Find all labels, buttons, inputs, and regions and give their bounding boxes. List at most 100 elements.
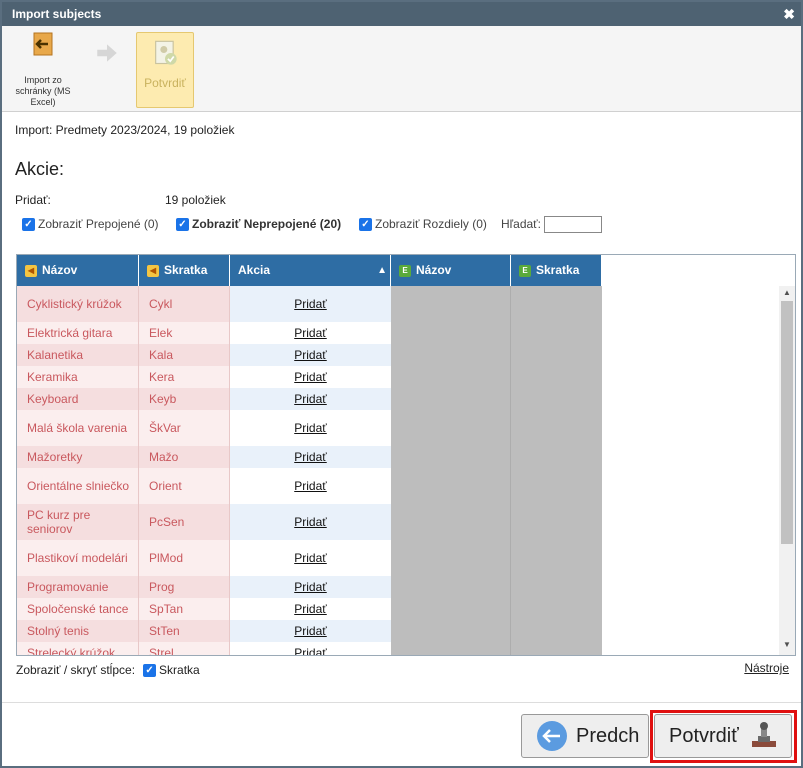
table-row: Malá škola varenia ŠkVar Pridať xyxy=(17,410,779,446)
dialog-title: Import subjects xyxy=(12,7,102,21)
checkmark-icon: ✓ xyxy=(22,217,35,231)
target-icon: E xyxy=(519,264,531,277)
toggle-short-label: Skratka xyxy=(159,663,200,677)
cell-short: Keyb xyxy=(139,388,230,410)
search-input[interactable] xyxy=(544,215,603,233)
checkmark-icon: ✓ xyxy=(176,217,189,231)
cell-target-short xyxy=(511,366,602,388)
scroll-thumb[interactable] xyxy=(781,301,793,544)
table-row: Stolný tenis StTen Pridať xyxy=(17,620,779,642)
target-icon: E xyxy=(399,264,411,277)
cell-target-name xyxy=(391,598,511,620)
add-action-link[interactable]: Pridať xyxy=(230,540,391,576)
show-unlinked-label: Zobraziť Neprepojené (20) xyxy=(192,217,342,231)
cell-name: Strelecký krúžok xyxy=(17,642,139,655)
table-row: Strelecký krúžok Strel Pridať xyxy=(17,642,779,655)
add-action-link[interactable]: Pridať xyxy=(230,642,391,655)
tools-link[interactable]: Nástroje xyxy=(744,661,789,675)
add-action-link[interactable]: Pridať xyxy=(230,366,391,388)
col-header-name[interactable]: ◀ Názov xyxy=(17,255,139,286)
toolbar-confirm-label: Potvrdiť xyxy=(144,76,186,90)
table-row: PC kurz pre seniorov PcSen Pridať xyxy=(17,504,779,540)
add-action-link[interactable]: Pridať xyxy=(230,322,391,344)
back-arrow-icon xyxy=(537,721,567,751)
cell-target-short xyxy=(511,642,602,655)
col-header-name2-label: Názov xyxy=(416,263,452,277)
add-action-link[interactable]: Pridať xyxy=(230,468,391,504)
scroll-down-icon[interactable]: ▼ xyxy=(779,640,795,654)
prev-button[interactable]: Predch xyxy=(521,714,649,758)
cell-name: Spoločenské tance xyxy=(17,598,139,620)
close-icon[interactable]: ✖ xyxy=(783,2,795,26)
add-action-link[interactable]: Pridať xyxy=(230,388,391,410)
cell-target-name xyxy=(391,388,511,410)
cell-target-short xyxy=(511,344,602,366)
cell-target-name xyxy=(391,576,511,598)
cell-short: Elek xyxy=(139,322,230,344)
cell-empty xyxy=(602,598,779,620)
cell-empty xyxy=(602,410,779,446)
stamp-icon xyxy=(751,722,776,747)
cell-target-name xyxy=(391,642,511,655)
scroll-up-icon[interactable]: ▲ xyxy=(779,288,795,302)
sort-asc-icon: ▲ xyxy=(377,265,387,276)
cell-name: Stolný tenis xyxy=(17,620,139,642)
add-label: Pridať: xyxy=(15,193,51,207)
section-title: Akcie: xyxy=(15,159,65,179)
cell-target-short xyxy=(511,388,602,410)
cell-empty xyxy=(602,504,779,540)
add-action-link[interactable]: Pridať xyxy=(230,576,391,598)
import-clipboard-button[interactable]: Import zo schránky (MS Excel) xyxy=(12,32,74,108)
show-unlinked-checkbox[interactable]: ✓ Zobraziť Neprepojené (20) xyxy=(176,215,341,233)
add-action-link[interactable]: Pridať xyxy=(230,286,391,322)
show-linked-label: Zobraziť Prepojené (0) xyxy=(38,217,159,231)
toolbar-confirm-button[interactable]: Potvrdiť xyxy=(136,32,194,108)
col-header-name2[interactable]: E Názov xyxy=(391,255,511,286)
cell-short: Cykl xyxy=(139,286,230,322)
cell-name: Malá škola varenia xyxy=(17,410,139,446)
add-action-link[interactable]: Pridať xyxy=(230,410,391,446)
show-linked-checkbox[interactable]: ✓ Zobraziť Prepojené (0) xyxy=(22,215,159,233)
confirm-button[interactable]: Potvrdiť xyxy=(654,714,792,758)
cell-empty xyxy=(602,540,779,576)
col-header-short2-label: Skratka xyxy=(536,263,580,277)
clipboard-import-icon xyxy=(33,32,53,56)
cell-short: ŠkVar xyxy=(139,410,230,446)
vertical-scrollbar[interactable]: ▲ ▼ xyxy=(779,286,795,655)
divider xyxy=(2,702,801,703)
cell-empty xyxy=(602,286,779,322)
col-header-action[interactable]: Akcia ▲ xyxy=(230,255,391,286)
cell-target-name xyxy=(391,446,511,468)
add-action-link[interactable]: Pridať xyxy=(230,344,391,366)
toggle-short-checkbox[interactable]: ✓ xyxy=(143,663,157,677)
add-action-link[interactable]: Pridať xyxy=(230,504,391,540)
show-diff-checkbox[interactable]: ✓ Zobraziť Rozdiely (0) xyxy=(359,215,487,233)
cell-short: PcSen xyxy=(139,504,230,540)
cell-empty xyxy=(602,620,779,642)
confirm-button-label: Potvrdiť xyxy=(669,724,739,747)
cell-target-name xyxy=(391,366,511,388)
add-action-link[interactable]: Pridať xyxy=(230,446,391,468)
toolbar: Import zo schránky (MS Excel) Potvrdiť xyxy=(2,26,801,112)
table-row: Mažoretky Mažo Pridať xyxy=(17,446,779,468)
col-header-short-label: Skratka xyxy=(164,263,208,277)
column-toggle-label: Zobraziť / skryť stĺpce: xyxy=(16,663,136,677)
table-row: Keyboard Keyb Pridať xyxy=(17,388,779,410)
table-row: Orientálne slniečko Orient Pridať xyxy=(17,468,779,504)
cell-target-name xyxy=(391,322,511,344)
add-action-link[interactable]: Pridať xyxy=(230,620,391,642)
add-count: 19 položiek xyxy=(165,193,226,207)
prev-button-label: Predch xyxy=(576,724,640,747)
source-icon: ◀ xyxy=(25,264,37,277)
col-header-short2[interactable]: E Skratka xyxy=(511,255,602,286)
add-action-link[interactable]: Pridať xyxy=(230,598,391,620)
cell-name: Programovanie xyxy=(17,576,139,598)
col-header-short[interactable]: ◀ Skratka xyxy=(139,255,230,286)
cell-empty xyxy=(602,446,779,468)
source-icon: ◀ xyxy=(147,264,159,277)
cell-name: Keyboard xyxy=(17,388,139,410)
cell-target-short xyxy=(511,620,602,642)
cell-name: Kalanetika xyxy=(17,344,139,366)
cell-empty xyxy=(602,468,779,504)
grid-rows: Cyklistický krúžok Cykl Pridať Elektrická g… xyxy=(17,286,779,655)
